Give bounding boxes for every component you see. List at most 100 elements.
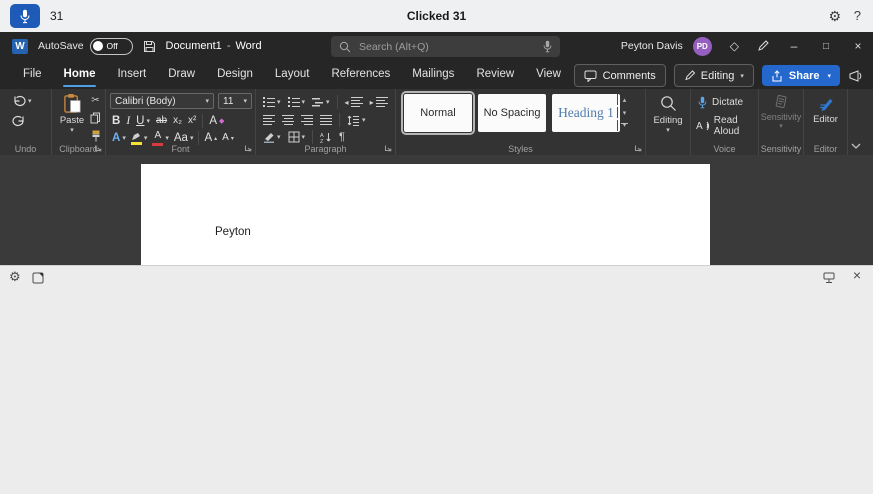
- voice-access-help-icon[interactable]: ?: [854, 0, 861, 32]
- tab-mailings[interactable]: Mailings: [401, 61, 465, 88]
- change-case-button[interactable]: Aa▾: [174, 132, 194, 144]
- undo-group-label: Undo: [0, 144, 51, 154]
- editing-menu-button[interactable]: Editing ▾: [646, 95, 690, 134]
- editing-mode-button[interactable]: Editing ▾: [674, 64, 754, 87]
- touch-keyboard: ⚙ ×: [0, 265, 873, 494]
- borders-button[interactable]: ▾: [288, 131, 306, 143]
- text-effects-button[interactable]: A▾: [112, 132, 126, 144]
- numbering-button[interactable]: ▾: [288, 97, 306, 107]
- sort-button[interactable]: AZ: [320, 132, 332, 143]
- subscript-button[interactable]: x₂: [173, 115, 182, 127]
- clear-formatting-button[interactable]: A◆: [209, 115, 224, 127]
- font-name-select[interactable]: Calibri (Body) ▾: [110, 93, 214, 109]
- styles-dialog-launcher[interactable]: [634, 144, 642, 152]
- styles-group-label: Styles: [396, 144, 645, 154]
- show-formatting-button[interactable]: ¶: [339, 131, 345, 143]
- align-right-button[interactable]: [301, 115, 313, 125]
- undo-icon: [12, 95, 26, 107]
- italic-button[interactable]: I: [126, 115, 130, 127]
- editor-button[interactable]: Editor: [804, 96, 847, 125]
- text-effects-glyph: A: [112, 132, 120, 144]
- bold-button[interactable]: B: [112, 115, 120, 127]
- dictate-button[interactable]: Dictate: [698, 96, 743, 109]
- line-spacing-button[interactable]: ▾: [347, 115, 366, 126]
- voice-access-mic-button[interactable]: [10, 4, 40, 28]
- document-page[interactable]: Peyton: [141, 164, 710, 265]
- tab-review[interactable]: Review: [465, 61, 525, 88]
- multilevel-list-button[interactable]: ▾: [312, 97, 330, 107]
- tab-insert[interactable]: Insert: [106, 61, 157, 88]
- divider: [339, 113, 340, 127]
- style-heading-1[interactable]: Heading 1: [552, 94, 620, 132]
- undo-button[interactable]: ▾: [12, 95, 32, 107]
- keyboard-clipboard-icon[interactable]: [32, 271, 45, 284]
- superscript-button[interactable]: x²: [188, 115, 196, 127]
- shrink-font-button[interactable]: A▾: [222, 132, 234, 144]
- keyboard-close-icon[interactable]: ×: [853, 267, 861, 283]
- svg-text:Z: Z: [320, 139, 324, 143]
- cut-button[interactable]: ✂: [91, 95, 99, 106]
- bullet-list-icon: [263, 97, 275, 107]
- bullets-button[interactable]: ▾: [263, 97, 281, 107]
- document-area[interactable]: Peyton: [0, 155, 873, 265]
- strikethrough-button[interactable]: ab: [156, 115, 167, 127]
- sensitivity-doc-icon: [774, 95, 788, 110]
- sort-az-icon: AZ: [320, 132, 332, 143]
- style-no-spacing[interactable]: No Spacing: [478, 94, 546, 132]
- tab-view[interactable]: View: [525, 61, 572, 88]
- styles-more-button[interactable]: ▾: [617, 120, 631, 131]
- keyboard-dock-icon[interactable]: [822, 272, 836, 284]
- highlight-button[interactable]: ▾: [131, 132, 148, 145]
- divider: [337, 95, 338, 109]
- paste-button[interactable]: Paste ▾: [57, 93, 87, 134]
- tab-home[interactable]: Home: [53, 61, 107, 88]
- underline-button[interactable]: U▾: [136, 115, 150, 127]
- dictate-mic-icon: [698, 96, 707, 109]
- share-button[interactable]: Share ▾: [762, 65, 840, 86]
- align-left-button[interactable]: [263, 115, 275, 125]
- align-center-button[interactable]: [282, 115, 294, 125]
- format-painter-button[interactable]: [91, 130, 101, 142]
- read-aloud-button[interactable]: A Read Aloud: [696, 115, 758, 137]
- voice-access-settings-gear-icon[interactable]: ⚙: [828, 0, 841, 32]
- search-box[interactable]: Search (Alt+Q): [331, 36, 560, 57]
- decrease-indent-button[interactable]: ◂: [345, 97, 363, 107]
- styles-scroll-down-button[interactable]: ▾: [617, 107, 631, 118]
- comments-button[interactable]: Comments: [574, 64, 666, 87]
- search-mic-icon[interactable]: [543, 40, 552, 53]
- collapse-ribbon-button[interactable]: [851, 143, 861, 149]
- grow-font-button[interactable]: A▴: [204, 132, 217, 144]
- multilevel-list-icon: [312, 97, 324, 107]
- change-case-glyph: Aa: [174, 132, 188, 144]
- styles-scroll-up-button[interactable]: ▴: [617, 94, 631, 105]
- close-button[interactable]: ×: [851, 39, 865, 53]
- minimize-button[interactable]: –: [787, 39, 801, 53]
- paragraph-dialog-launcher[interactable]: [384, 144, 392, 152]
- keyboard-settings-gear-icon[interactable]: ⚙: [9, 269, 21, 285]
- editor-group-label: Editor: [804, 144, 847, 154]
- redo-button[interactable]: [12, 115, 26, 127]
- autosave-toggle[interactable]: Off: [90, 38, 133, 55]
- ink-pen-icon[interactable]: [757, 40, 769, 52]
- megaphone-icon[interactable]: [848, 69, 863, 82]
- style-normal[interactable]: Normal: [404, 94, 472, 132]
- premium-diamond-icon[interactable]: ◇: [730, 39, 739, 53]
- tab-references[interactable]: References: [320, 61, 401, 88]
- word-logo-icon[interactable]: W: [12, 39, 28, 54]
- tab-file[interactable]: File: [12, 61, 53, 88]
- shading-button[interactable]: ▾: [263, 131, 281, 143]
- clipboard-dialog-launcher[interactable]: [94, 144, 102, 152]
- tab-design[interactable]: Design: [206, 61, 264, 88]
- restore-button[interactable]: □: [819, 41, 833, 52]
- font-size-select[interactable]: 11 ▾: [218, 93, 252, 109]
- tab-layout[interactable]: Layout: [264, 61, 321, 88]
- copy-button[interactable]: [90, 112, 101, 124]
- increase-indent-button[interactable]: ▸: [370, 97, 388, 107]
- sensitivity-button[interactable]: Sensitivity ▾: [759, 95, 803, 130]
- font-dialog-launcher[interactable]: [244, 144, 252, 152]
- align-justify-button[interactable]: [320, 115, 332, 125]
- save-icon[interactable]: [143, 40, 156, 53]
- avatar[interactable]: PD: [693, 37, 712, 56]
- tab-draw[interactable]: Draw: [157, 61, 206, 88]
- ribbon-spacer: [848, 89, 873, 155]
